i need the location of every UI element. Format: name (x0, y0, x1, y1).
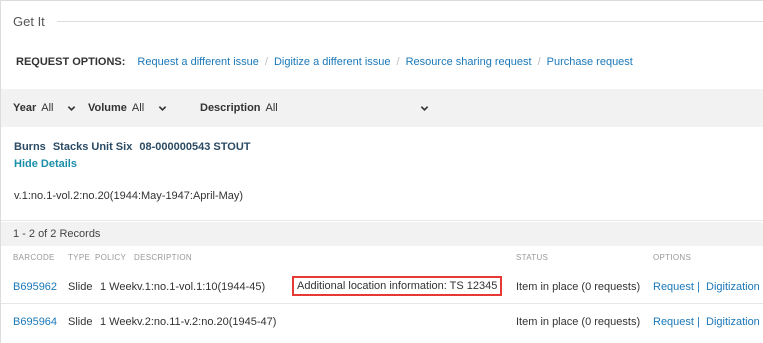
volume-filter-label: Volume (88, 102, 127, 114)
table-row: B695964 Slide 1 Week v.2:no.11-v.2:no.20… (1, 309, 763, 339)
volume-filter-select[interactable]: Volume All (88, 102, 200, 114)
request-options-label: REQUEST OPTIONS: (16, 56, 126, 68)
resource-sharing-request-link[interactable]: Resource sharing request (406, 56, 532, 68)
filter-bar: Year All Volume All Description All (1, 89, 763, 127)
chevron-down-icon (420, 105, 428, 111)
purchase-request-link[interactable]: Purchase request (547, 56, 633, 68)
items-table-header: BARCODE TYPE POLICY DESCRIPTION STATUS O… (1, 250, 763, 266)
item-status: Item in place (0 requests) (516, 281, 641, 293)
additional-location-note: Additional location information: TS 1234… (292, 276, 503, 296)
item-status: Item in place (0 requests) (516, 316, 641, 328)
description-filter-select[interactable]: Description All (200, 102, 429, 114)
column-header-status: STATUS (516, 253, 549, 262)
request-options-bar: REQUEST OPTIONS: Request a different iss… (1, 41, 763, 83)
get-it-header: Get It (1, 1, 763, 41)
column-header-options: OPTIONS (653, 253, 692, 262)
column-header-barcode: BARCODE (13, 253, 55, 262)
request-link[interactable]: Request (653, 281, 694, 293)
item-barcode-link[interactable]: B695964 (13, 316, 57, 328)
column-header-type: TYPE (68, 253, 91, 262)
item-description: v.1:no.1-vol.1:10(1944-45) (137, 281, 266, 293)
options-separator: | (697, 281, 700, 293)
library-name: Burns (14, 141, 46, 153)
item-type: Slide (68, 316, 93, 328)
item-barcode-link[interactable]: B695962 (13, 281, 57, 293)
sublocation-name: Stacks Unit Six (52, 141, 133, 153)
location-heading: Burns Stacks Unit Six 08-000000543 STOUT (14, 141, 254, 153)
digitization-link[interactable]: Digitization (706, 316, 760, 328)
hide-details-link[interactable]: Hide Details (14, 158, 77, 170)
get-it-title: Get It (13, 13, 45, 29)
item-type: Slide (68, 281, 93, 293)
options-separator: | (697, 316, 700, 328)
year-filter-select[interactable]: Year All (13, 102, 88, 114)
digitization-link[interactable]: Digitization (706, 281, 760, 293)
holdings-summary: v.1:no.1-vol.2:no.20(1944:May-1947:April… (14, 190, 244, 202)
description-filter-label: Description (200, 102, 261, 114)
location-block: Burns Stacks Unit Six 08-000000543 STOUT… (1, 129, 763, 221)
header-divider (56, 20, 763, 22)
item-policy: 1 Week (100, 316, 138, 328)
volume-filter-value: All (131, 102, 145, 114)
link-separator: / (264, 56, 268, 68)
request-different-issue-link[interactable]: Request a different issue (137, 56, 258, 68)
item-policy: 1 Week (100, 281, 138, 293)
year-filter-value: All (41, 102, 54, 114)
item-description: v.2:no.11-v.2:no.20(1945-47) (137, 316, 277, 328)
description-filter-value: All (265, 102, 278, 114)
get-it-panel: Get It REQUEST OPTIONS: Request a differ… (0, 0, 763, 343)
chevron-down-icon (68, 105, 76, 111)
chevron-down-icon (158, 105, 167, 111)
link-separator: / (396, 56, 400, 68)
column-header-policy: POLICY (95, 253, 127, 262)
link-separator: / (537, 56, 541, 68)
records-count-bar: 1 - 2 of 2 Records (1, 222, 763, 246)
request-link[interactable]: Request (653, 316, 694, 328)
table-row: B695962 Slide 1 Week v.1:no.1-vol.1:10(1… (1, 274, 763, 304)
records-count: 1 - 2 of 2 Records (13, 228, 101, 240)
digitize-different-issue-link[interactable]: Digitize a different issue (274, 56, 391, 68)
call-number: 08-000000543 STOUT (139, 141, 251, 153)
column-header-description: DESCRIPTION (134, 253, 192, 262)
year-filter-label: Year (13, 102, 37, 114)
